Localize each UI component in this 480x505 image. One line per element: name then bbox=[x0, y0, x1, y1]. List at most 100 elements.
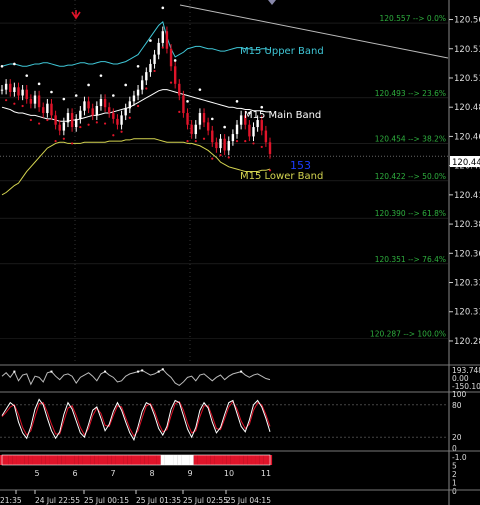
fib-level-label: 120.454 --> 38.2% bbox=[375, 134, 446, 143]
oscillator-dot bbox=[13, 370, 16, 373]
fib-level-label: 120.493 --> 23.6% bbox=[375, 89, 446, 98]
price-tick-label: 120.335 bbox=[454, 279, 480, 289]
candle-body bbox=[91, 108, 94, 116]
candle-body bbox=[13, 87, 16, 92]
lower-dot bbox=[244, 139, 247, 143]
oscillator-dot bbox=[137, 370, 140, 373]
upper-dot bbox=[50, 90, 53, 94]
signal-cell bbox=[107, 455, 112, 465]
candle-body bbox=[25, 89, 28, 100]
signal-cell bbox=[263, 455, 268, 465]
price-tick-label: 120.310 bbox=[454, 308, 480, 318]
upper-dot bbox=[198, 88, 202, 91]
candle-body bbox=[99, 99, 103, 107]
signal-cell bbox=[251, 455, 256, 465]
candle-body bbox=[21, 89, 24, 96]
upper-dot bbox=[25, 74, 29, 77]
signal-cell bbox=[234, 455, 240, 465]
candle-body bbox=[37, 95, 41, 108]
signal-cell bbox=[123, 455, 128, 465]
candle-body bbox=[161, 31, 164, 43]
time-label: 24 Jul 22:55 bbox=[35, 496, 80, 505]
lower-dot bbox=[79, 125, 82, 129]
upper-dot bbox=[0, 64, 4, 68]
lower-dot bbox=[194, 139, 197, 143]
candle-body bbox=[182, 95, 185, 114]
candle-body bbox=[153, 54, 156, 64]
oscillator-dot bbox=[104, 370, 107, 373]
candle-body bbox=[108, 107, 111, 114]
signal-cell bbox=[222, 455, 227, 465]
signal-cell bbox=[57, 455, 62, 465]
candle-body bbox=[42, 107, 45, 114]
signal-bar-label: 7 bbox=[110, 469, 115, 478]
lower-dot bbox=[136, 104, 140, 108]
stochastic-label: 80 bbox=[452, 401, 462, 410]
signal-cell bbox=[131, 455, 137, 465]
candle-body bbox=[248, 124, 251, 137]
lower-dot bbox=[219, 154, 222, 157]
lower-dot bbox=[5, 99, 8, 102]
fib-level-label: 120.287 --> 100.0% bbox=[370, 330, 446, 339]
price-tick-label: 120.485 bbox=[454, 103, 480, 113]
signal-cell bbox=[247, 455, 252, 465]
signal-cell bbox=[61, 455, 66, 465]
candle-body bbox=[169, 48, 173, 67]
candle-body bbox=[124, 108, 127, 116]
candle-body bbox=[178, 83, 181, 96]
candle-body bbox=[70, 113, 74, 128]
lower-dot bbox=[186, 139, 189, 143]
signal-cell bbox=[189, 455, 194, 465]
lower-dot bbox=[161, 46, 164, 49]
signal-bar-label: 10 bbox=[224, 469, 234, 478]
candle-body bbox=[83, 101, 86, 111]
candle-body bbox=[112, 113, 115, 119]
signal-cell bbox=[177, 455, 182, 465]
signal-cell bbox=[230, 455, 235, 465]
candle-body bbox=[190, 124, 193, 135]
candle-body bbox=[145, 72, 148, 81]
lower-dot bbox=[95, 121, 98, 124]
signal-cell bbox=[135, 455, 141, 465]
candle-body bbox=[219, 138, 222, 149]
lower-dot bbox=[112, 134, 115, 137]
upper-dot bbox=[112, 94, 115, 97]
candle-body bbox=[132, 95, 136, 102]
signal-cell bbox=[86, 455, 91, 465]
signal-cell bbox=[168, 455, 174, 465]
candle-body bbox=[103, 99, 107, 108]
signal-cell bbox=[90, 455, 95, 465]
candle-body bbox=[17, 87, 20, 96]
price-tick-label: 120.510 bbox=[454, 74, 480, 84]
oscillator-dot bbox=[240, 370, 243, 373]
time-label: 25 Jul 04:15 bbox=[226, 496, 271, 505]
lower-dot bbox=[260, 145, 263, 149]
fib-level-label: 120.390 --> 61.8% bbox=[375, 209, 446, 218]
signal-cell bbox=[65, 455, 71, 465]
candle-body bbox=[264, 130, 268, 143]
signal-cell bbox=[197, 455, 203, 465]
current-price-label: 120.443 bbox=[452, 158, 480, 168]
stochastic-label: 100 bbox=[452, 390, 467, 399]
signal-cell bbox=[49, 455, 54, 465]
candle-body bbox=[50, 103, 53, 116]
signal-cell bbox=[53, 455, 58, 465]
signal-cell bbox=[185, 455, 190, 465]
oscillator-dot bbox=[161, 368, 164, 371]
fib-level-label: 120.557 --> 0.0% bbox=[379, 14, 446, 23]
signal-cell bbox=[243, 455, 248, 465]
candle-body bbox=[252, 127, 255, 137]
price-tick-label: 120.560 bbox=[454, 16, 480, 26]
lower-dot bbox=[29, 118, 32, 122]
upper-band-label: M15 Upper Band bbox=[240, 46, 324, 57]
forex-chart[interactable]: 120.557 --> 0.0% 120.493 --> 23.6% 120.454… bbox=[0, 0, 480, 505]
signal-cell bbox=[201, 455, 207, 465]
candle-body bbox=[136, 89, 140, 96]
candle-body bbox=[260, 120, 263, 131]
candle-body bbox=[149, 63, 152, 73]
signal-cell bbox=[8, 455, 13, 465]
candle-body bbox=[173, 66, 177, 84]
candle-body bbox=[198, 113, 202, 125]
candle-body bbox=[54, 115, 57, 125]
signal-cell bbox=[144, 455, 149, 465]
